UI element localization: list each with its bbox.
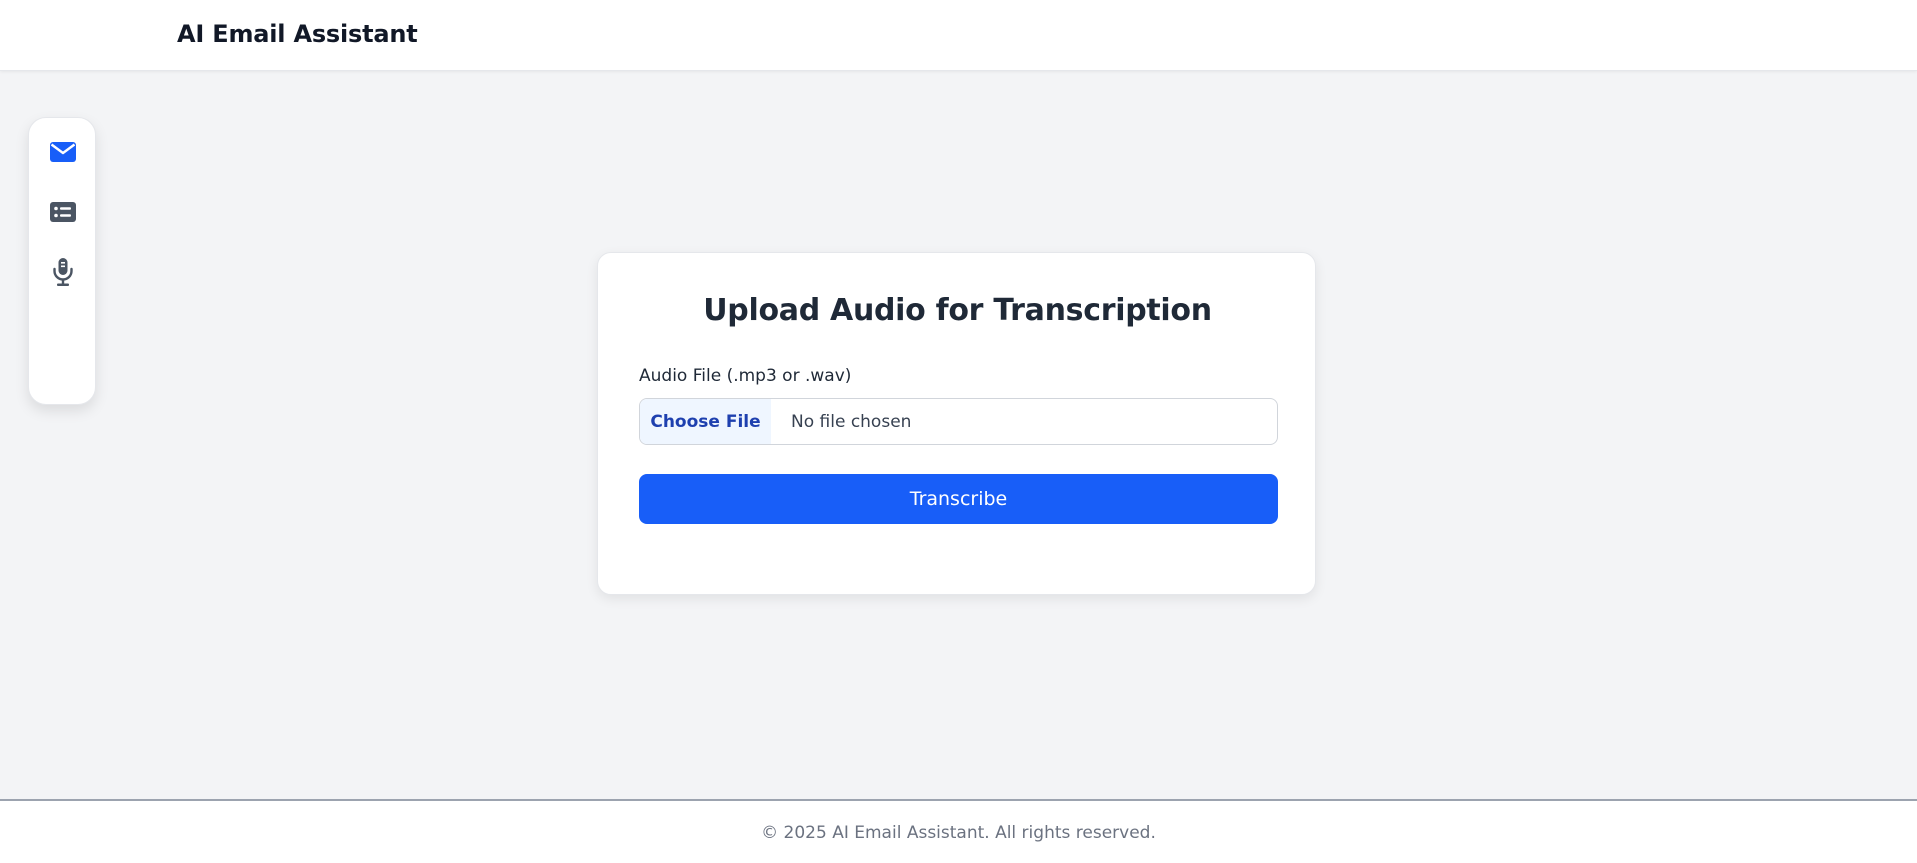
file-status-text: No file chosen [791, 411, 912, 432]
microphone-icon [52, 258, 74, 286]
audio-file-input[interactable]: Choose File No file chosen [639, 398, 1278, 445]
sidebar [28, 117, 96, 405]
sidebar-item-email[interactable] [47, 136, 79, 168]
top-header: AI Email Assistant [0, 0, 1917, 71]
transcribe-button[interactable]: Transcribe [639, 474, 1278, 524]
card-title: Upload Audio for Transcription [703, 293, 1212, 328]
app-title: AI Email Assistant [177, 20, 418, 48]
sidebar-item-list[interactable] [47, 196, 79, 228]
footer: © 2025 AI Email Assistant. All rights re… [0, 799, 1917, 863]
audio-file-label: Audio File (.mp3 or .wav) [639, 366, 852, 386]
sidebar-item-transcribe[interactable] [47, 256, 79, 288]
choose-file-button[interactable]: Choose File [640, 399, 771, 444]
envelope-icon [50, 142, 76, 162]
upload-card: Upload Audio for Transcription Audio Fil… [597, 252, 1316, 595]
footer-copyright: © 2025 AI Email Assistant. All rights re… [761, 823, 1156, 843]
list-card-icon [50, 202, 76, 222]
